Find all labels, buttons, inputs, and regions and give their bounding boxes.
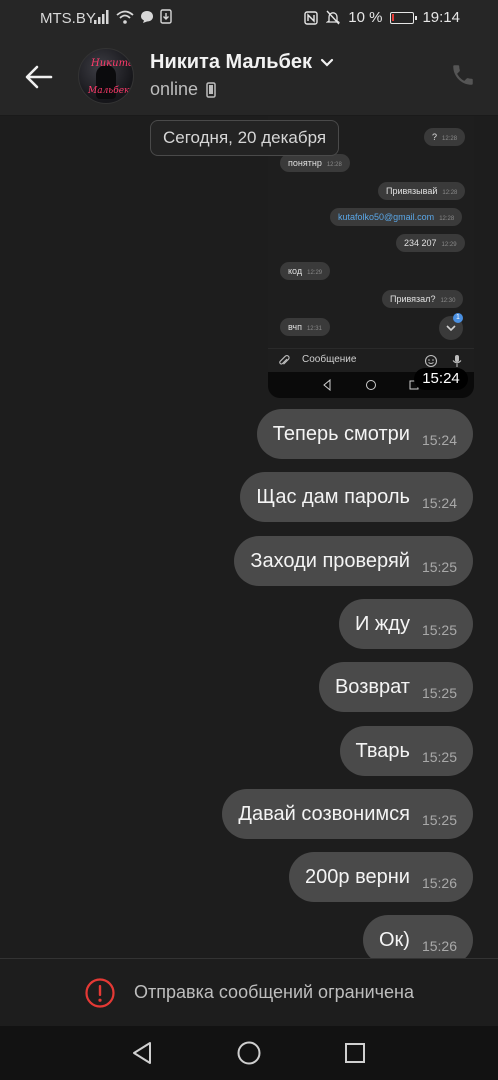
message-bubble[interactable]: Ок) 15:26 (362, 915, 473, 958)
contact-name: Никита Мальбек (150, 51, 313, 73)
message-time: 15:25 (421, 559, 457, 575)
screenshot-time: 15:24 (414, 368, 468, 390)
battery-percent: 10 % (348, 9, 383, 26)
mini-message: Привязывай 12:28 (378, 182, 466, 200)
mini-message: 234 207 12:29 (396, 234, 465, 252)
chat-header: Никита Мальбек Никита Мальбек online (0, 38, 498, 116)
download-icon (160, 9, 172, 24)
message-time: 15:25 (421, 749, 457, 765)
nav-recents-icon (345, 1043, 365, 1063)
message-text: 200р верни (305, 865, 410, 888)
mini-input-placeholder: Сообщение (302, 354, 357, 365)
call-button[interactable] (450, 62, 480, 92)
date-separator: Сегодня, 20 декабря (150, 120, 340, 156)
mini-message: код 12:29 (280, 262, 331, 280)
message-bubble[interactable]: Тварь 15:25 (339, 726, 473, 776)
battery-icon (390, 11, 418, 24)
avatar[interactable]: Никита Мальбек (78, 48, 134, 104)
message-text: Возврат (334, 675, 410, 698)
nav-back-button[interactable] (128, 1038, 158, 1068)
message-text: Теперь смотри (272, 422, 410, 445)
message-bubble[interactable]: 200р верни 15:26 (289, 852, 473, 902)
message-time: 15:25 (421, 685, 457, 701)
paperclip-icon (279, 354, 290, 365)
mini-message-link: kutafolko50@gmail.com 12:28 (330, 208, 463, 226)
message-bubble[interactable]: Возврат 15:25 (318, 662, 473, 712)
message-time: 15:26 (421, 938, 457, 954)
mini-nav-home-icon (366, 380, 376, 390)
contact-name-button[interactable]: Никита Мальбек (150, 51, 334, 74)
message-bubble[interactable]: Давай созвонимся 15:25 (222, 789, 473, 839)
message-time: 15:25 (421, 622, 457, 638)
screenshot-image-message[interactable]: ? 12:28 понятнр 12:28 Привязывай 12:28 kuta… (268, 116, 474, 398)
avatar-text-bottom: Мальбек (88, 86, 130, 96)
nav-back-icon (133, 1042, 151, 1064)
message-text: И жду (354, 612, 410, 635)
back-arrow-icon (25, 65, 53, 89)
message-text: Тварь (355, 739, 410, 762)
alert-circle-icon (85, 977, 115, 1008)
status-bar: MTS.BY 10 % 19:14 (0, 0, 498, 38)
message-time: 15:24 (421, 495, 457, 511)
emoji-icon (424, 354, 438, 368)
mini-message: вчп 12:31 (280, 318, 330, 336)
wifi-icon (116, 10, 134, 24)
message-bubble[interactable]: И жду 15:25 (338, 599, 473, 649)
contact-status: online (150, 79, 216, 100)
message-text: Давай созвонимся (238, 802, 410, 825)
message-time: 15:25 (421, 812, 457, 828)
system-navbar (0, 1026, 498, 1080)
message-text: Щас дам пароль (256, 485, 410, 508)
message-bubble[interactable]: Теперь смотри 15:24 (256, 409, 473, 459)
restriction-text: Отправка сообщений ограничена (134, 982, 414, 1002)
message-bubble[interactable]: Заходи проверяй 15:25 (234, 536, 473, 586)
microphone-icon (452, 355, 462, 367)
carrier-label: MTS.BY (40, 10, 96, 27)
chat-area[interactable]: ? 12:28 понятнр 12:28 Привязывай 12:28 kuta… (0, 116, 498, 958)
message-text: Ок) (378, 928, 410, 951)
mini-message: понятнр 12:28 (280, 154, 350, 172)
avatar-text-top: Никита (91, 58, 134, 69)
message-text: Заходи проверяй (250, 549, 410, 572)
message-time: 15:24 (421, 432, 457, 448)
status-time: 19:14 (422, 9, 460, 26)
nav-recents-button[interactable] (340, 1038, 370, 1068)
mini-message: Привязал? 12:30 (382, 290, 464, 308)
signal-icon (94, 9, 109, 24)
silent-icon (326, 10, 341, 25)
phone-call-icon (453, 65, 473, 85)
mini-message: ? 12:28 (424, 128, 466, 146)
chevron-down-icon (320, 58, 334, 67)
message-bubble[interactable]: Щас дам пароль 15:24 (240, 472, 473, 522)
phone-device-icon (206, 81, 216, 98)
messaging-restricted-bar: Отправка сообщений ограничена (0, 958, 498, 1026)
unread-badge: 1 (453, 313, 463, 323)
message-notification-icon (141, 10, 153, 23)
message-time: 15:26 (421, 875, 457, 891)
nfc-icon (304, 10, 318, 25)
online-status: online (150, 79, 199, 99)
nav-home-button[interactable] (234, 1038, 264, 1068)
back-button[interactable] (22, 60, 56, 94)
nav-home-icon (237, 1041, 261, 1065)
mini-nav-back-icon (323, 379, 331, 391)
